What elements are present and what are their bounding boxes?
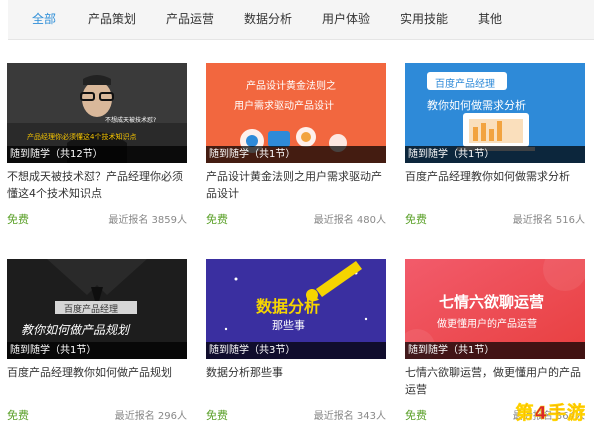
course-meta: 免费 最近报名 480人 <box>206 211 386 226</box>
course-meta: 免费 最近报名 3859人 <box>7 211 187 226</box>
tab-product-planning[interactable]: 产品策划 <box>88 10 136 27</box>
tab-product-operation[interactable]: 产品运营 <box>166 10 214 27</box>
thumbnail-caption: 那些事 <box>272 319 305 332</box>
enrollment-count: 最近报名 296人 <box>114 411 187 422</box>
price-label: 免费 <box>206 409 228 422</box>
thumbnail-caption: 产品设计黄金法则之 <box>246 81 336 92</box>
thumbnail-caption: 做更懂用户的产品运营 <box>437 319 537 330</box>
course-card[interactable]: 不想成天被技术怼? 产品经理你必须懂这4个技术知识点 随到随学（共12节） 不想… <box>7 63 187 226</box>
price-label: 免费 <box>206 213 228 226</box>
enrollment-count: 最近报名 480人 <box>313 215 386 226</box>
course-title[interactable]: 产品设计黄金法则之用户需求驱动产品设计 <box>206 168 386 202</box>
course-thumbnail[interactable]: 产品设计黄金法则之 用户需求驱动产品设计 随到随学（共1节） <box>206 63 386 163</box>
course-card[interactable]: 数据分析 那些事 随到随学（共3节） 数据分析那些事 免费 最近报名 343人 <box>206 259 386 422</box>
enrollment-count: 最近报名 516人 <box>512 215 585 226</box>
thumbnail-caption: 百度产品经理 <box>435 79 495 90</box>
schedule-ribbon: 随到随学（共1节） <box>206 146 386 163</box>
course-title[interactable]: 七情六欲聊运营，做更懂用户的产品运营 <box>405 364 585 398</box>
price-label: 免费 <box>405 409 427 422</box>
tab-data-analysis[interactable]: 数据分析 <box>244 10 292 27</box>
thumbnail-caption: 产品经理你必须懂这4个技术知识点 <box>27 133 137 141</box>
course-title[interactable]: 不想成天被技术怼？产品经理你必须懂这4个技术知识点 <box>7 168 187 202</box>
thumbnail-caption: 用户需求驱动产品设计 <box>234 101 334 112</box>
tab-other[interactable]: 其他 <box>478 10 502 27</box>
tab-all[interactable]: 全部 <box>32 10 56 27</box>
course-thumbnail[interactable]: 数据分析 那些事 随到随学（共3节） <box>206 259 386 359</box>
site-watermark: 第4手游 <box>515 403 586 425</box>
price-label: 免费 <box>7 409 29 422</box>
course-title[interactable]: 数据分析那些事 <box>206 364 386 398</box>
course-meta: 免费 最近报名 343人 <box>206 407 386 422</box>
schedule-ribbon: 随到随学（共3节） <box>206 342 386 359</box>
tab-user-experience[interactable]: 用户体验 <box>322 10 370 27</box>
course-meta: 免费 最近报名 296人 <box>7 407 187 422</box>
schedule-ribbon: 随到随学（共1节） <box>405 342 585 359</box>
category-tab-bar: 全部 产品策划 产品运营 数据分析 用户体验 实用技能 其他 <box>8 0 594 40</box>
course-title[interactable]: 百度产品经理教你如何做需求分析 <box>405 168 585 202</box>
thumbnail-caption: 不想成天被技术怼? <box>105 117 157 124</box>
course-title[interactable]: 百度产品经理教你如何做产品规划 <box>7 364 187 398</box>
course-thumbnail[interactable]: 百度产品经理 教你如何做产品规划 随到随学（共1节） <box>7 259 187 359</box>
course-thumbnail[interactable]: 不想成天被技术怼? 产品经理你必须懂这4个技术知识点 随到随学（共12节） <box>7 63 187 163</box>
course-thumbnail[interactable]: 七情六欲聊运营 做更懂用户的产品运营 随到随学（共1节） <box>405 259 585 359</box>
course-meta: 免费 最近报名 516人 <box>405 211 585 226</box>
price-label: 免费 <box>405 213 427 226</box>
thumbnail-caption: 教你如何做产品规划 <box>21 323 130 337</box>
tab-practical-skills[interactable]: 实用技能 <box>400 10 448 27</box>
thumbnail-caption: 七情六欲聊运营 <box>439 293 545 311</box>
course-card[interactable]: 产品设计黄金法则之 用户需求驱动产品设计 随到随学（共1节） 产品设计黄金法则之… <box>206 63 386 226</box>
thumbnail-caption: 数据分析 <box>256 297 321 316</box>
course-card[interactable]: 七情六欲聊运营 做更懂用户的产品运营 随到随学（共1节） 七情六欲聊运营，做更懂… <box>405 259 585 422</box>
thumbnail-caption: 教你如何做需求分析 <box>427 99 526 112</box>
schedule-ribbon: 随到随学（共1节） <box>405 146 585 163</box>
schedule-ribbon: 随到随学（共12节） <box>7 146 187 163</box>
course-card[interactable]: 百度产品经理 教你如何做需求分析 随到随学（共1节） 百度产品经理教你如何做需求… <box>405 63 585 226</box>
enrollment-count: 最近报名 3859人 <box>108 215 187 226</box>
course-card[interactable]: 百度产品经理 教你如何做产品规划 随到随学（共1节） 百度产品经理教你如何做产品… <box>7 259 187 422</box>
thumbnail-caption: 百度产品经理 <box>64 305 119 315</box>
price-label: 免费 <box>7 213 29 226</box>
enrollment-count: 最近报名 343人 <box>313 411 386 422</box>
schedule-ribbon: 随到随学（共1节） <box>7 342 187 359</box>
course-thumbnail[interactable]: 百度产品经理 教你如何做需求分析 随到随学（共1节） <box>405 63 585 163</box>
